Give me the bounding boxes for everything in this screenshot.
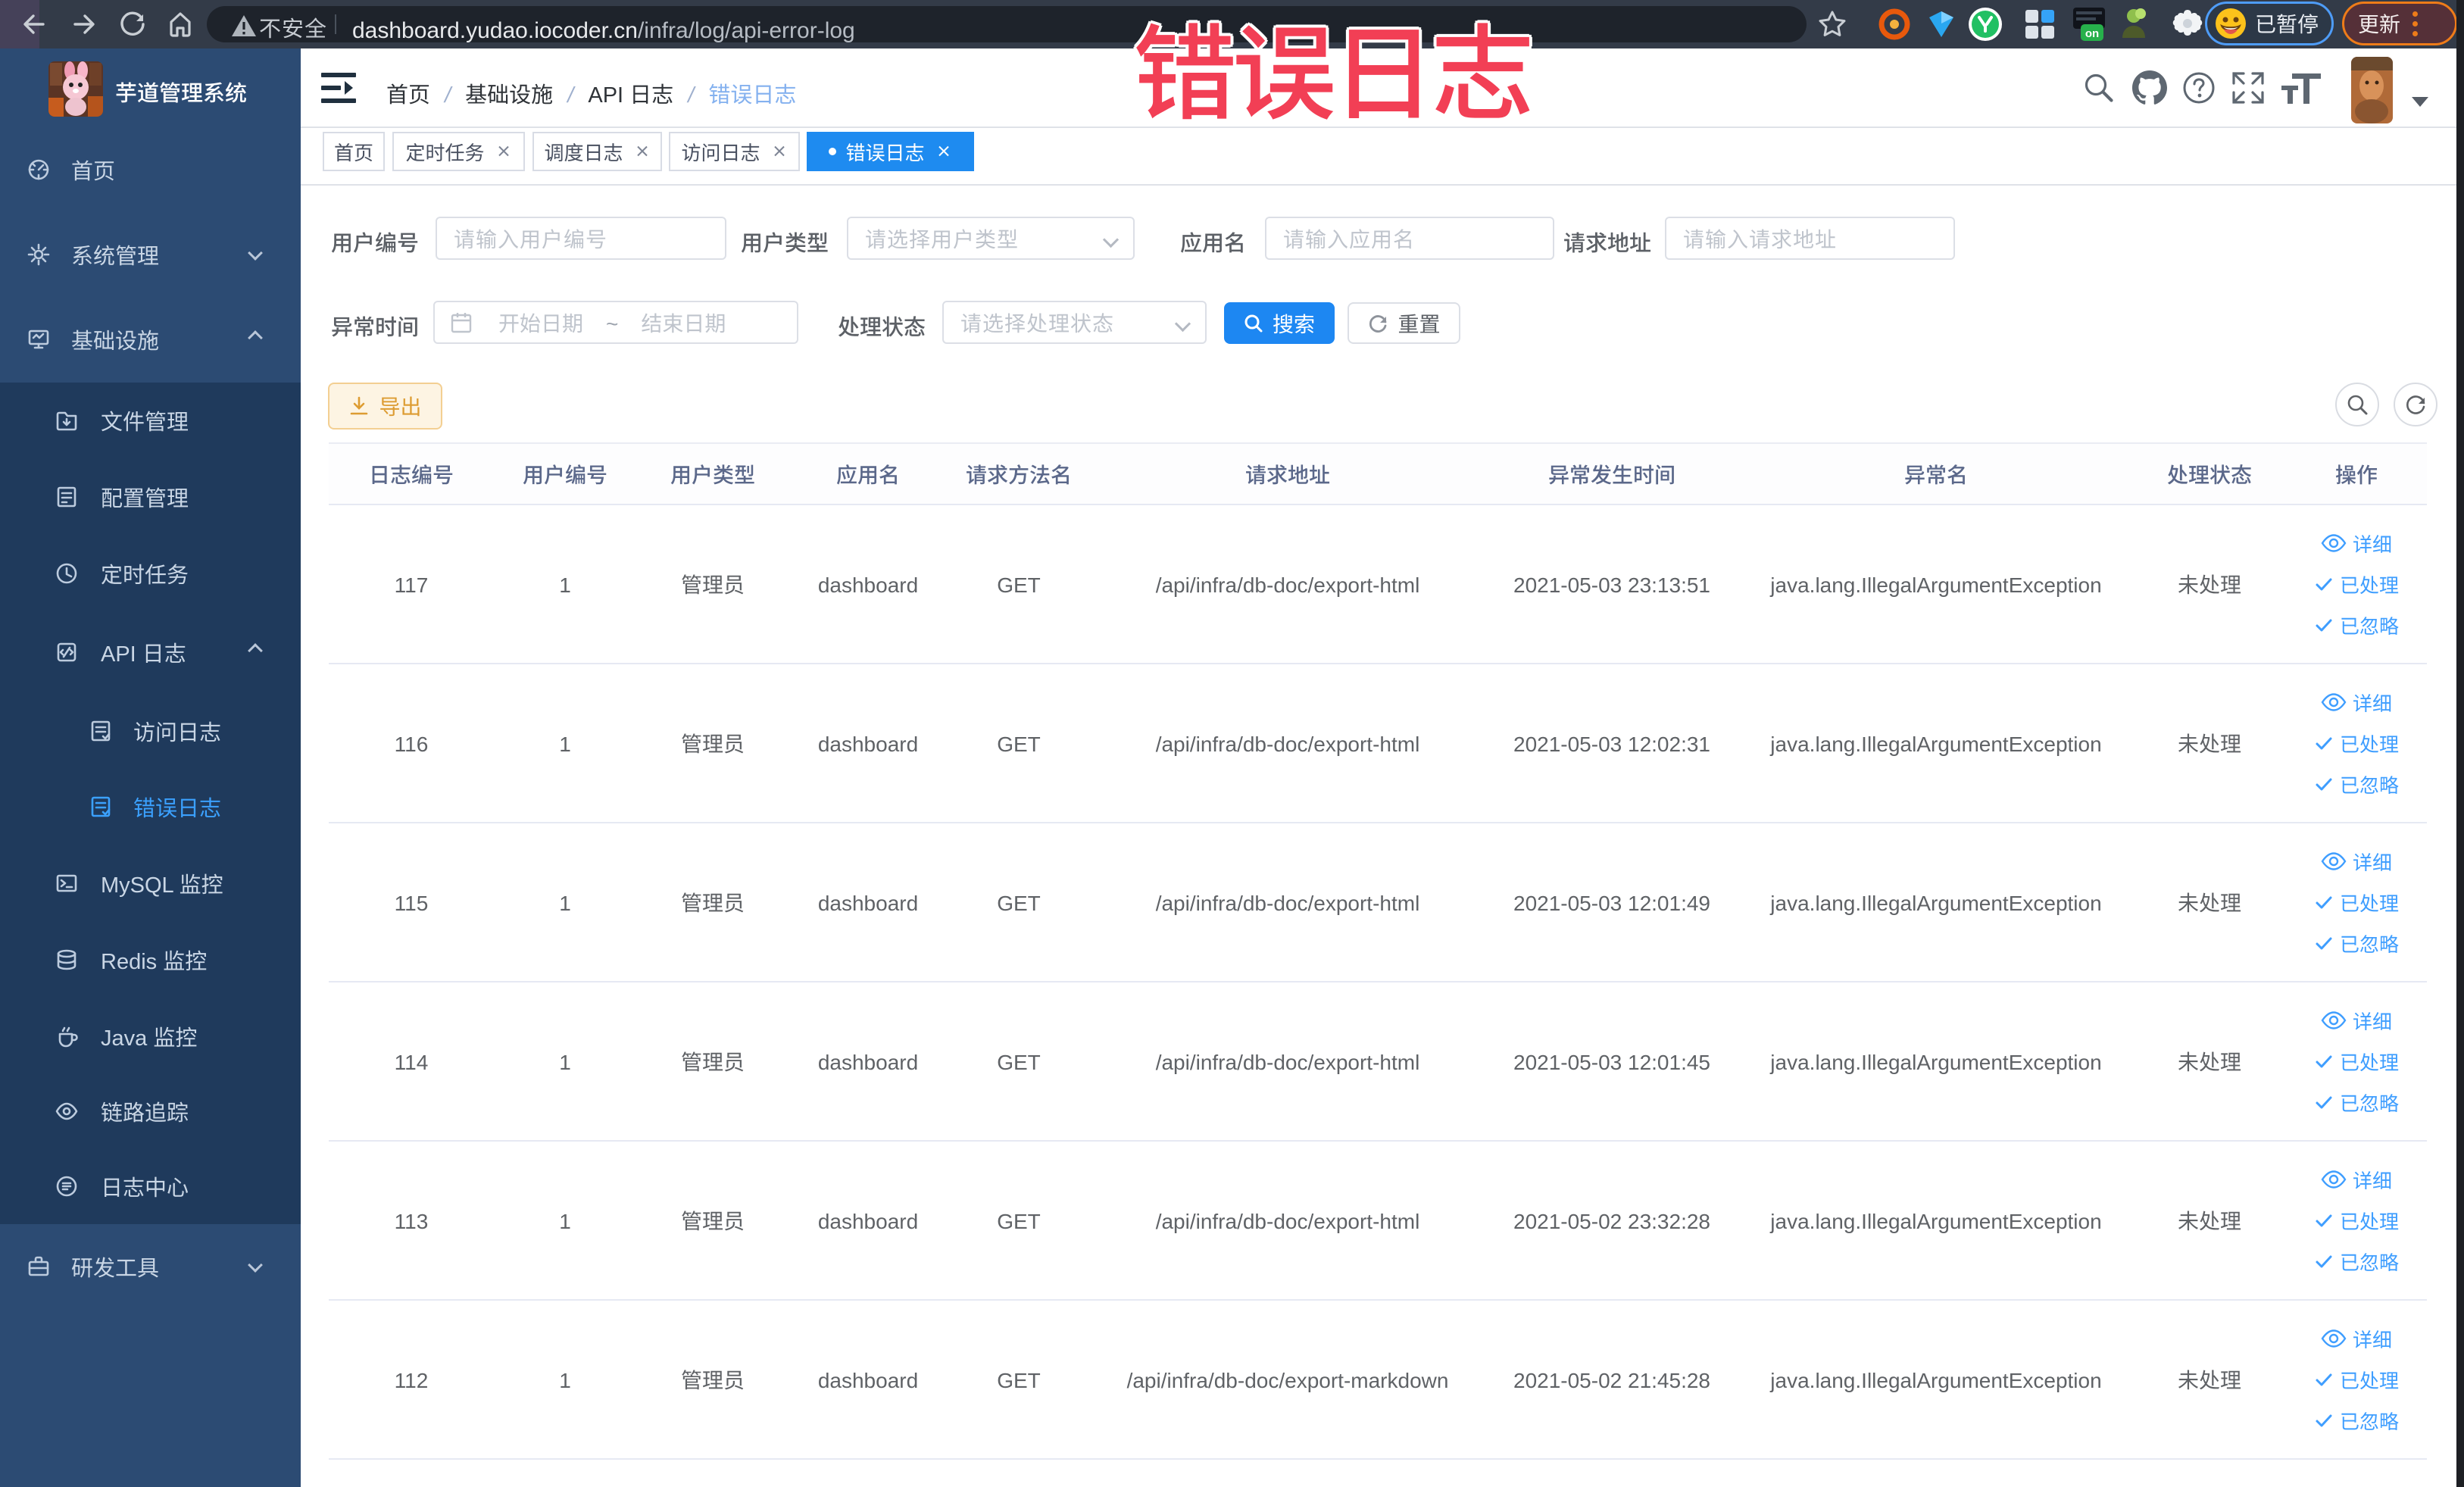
svg-text:on: on <box>2085 25 2099 41</box>
